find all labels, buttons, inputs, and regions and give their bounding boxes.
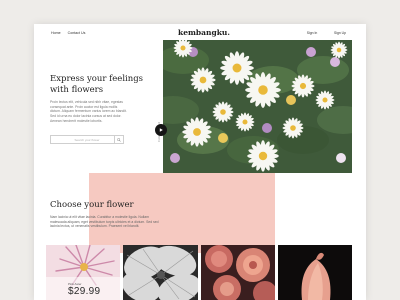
hero-title: Express your feelings with flowers — [50, 74, 144, 95]
search-icon — [117, 137, 121, 142]
pink-accent-block — [89, 173, 275, 253]
flower-card-tulip[interactable] — [277, 245, 352, 300]
sign-in-button[interactable]: Sign In — [302, 29, 322, 37]
brand-logo[interactable]: kembangku. — [178, 28, 230, 37]
sign-up-button[interactable]: Sign Up — [329, 29, 351, 37]
play-button[interactable] — [155, 124, 167, 136]
play-icon — [159, 128, 163, 132]
section-description: Nam lacinia ut elit vitae lacinia. Curab… — [50, 215, 159, 229]
hero-description: Proin lectus elit, vehicula sed nibh vit… — [50, 100, 127, 123]
landing-page: Home Contact Us kembangku. Sign In Sign … — [34, 24, 366, 300]
product-price: $29.99 — [68, 286, 101, 297]
search-input[interactable]: Search your flower — [50, 135, 124, 144]
flower-card-hibiscus[interactable] — [123, 245, 198, 300]
search-button[interactable] — [114, 136, 123, 143]
flower-card-rose-bouquet[interactable] — [200, 245, 275, 300]
flower-card-aster[interactable]: Pink Aster $29.99 — [46, 245, 121, 300]
section-title: Choose your flower — [50, 200, 134, 210]
nav-contact-link[interactable]: Contact Us — [68, 31, 86, 35]
top-nav: Home Contact Us — [51, 31, 85, 35]
hero-flower-image — [163, 40, 352, 173]
flower-gallery: Pink Aster $29.99 — [46, 245, 352, 300]
nav-home-link[interactable]: Home — [51, 31, 61, 35]
